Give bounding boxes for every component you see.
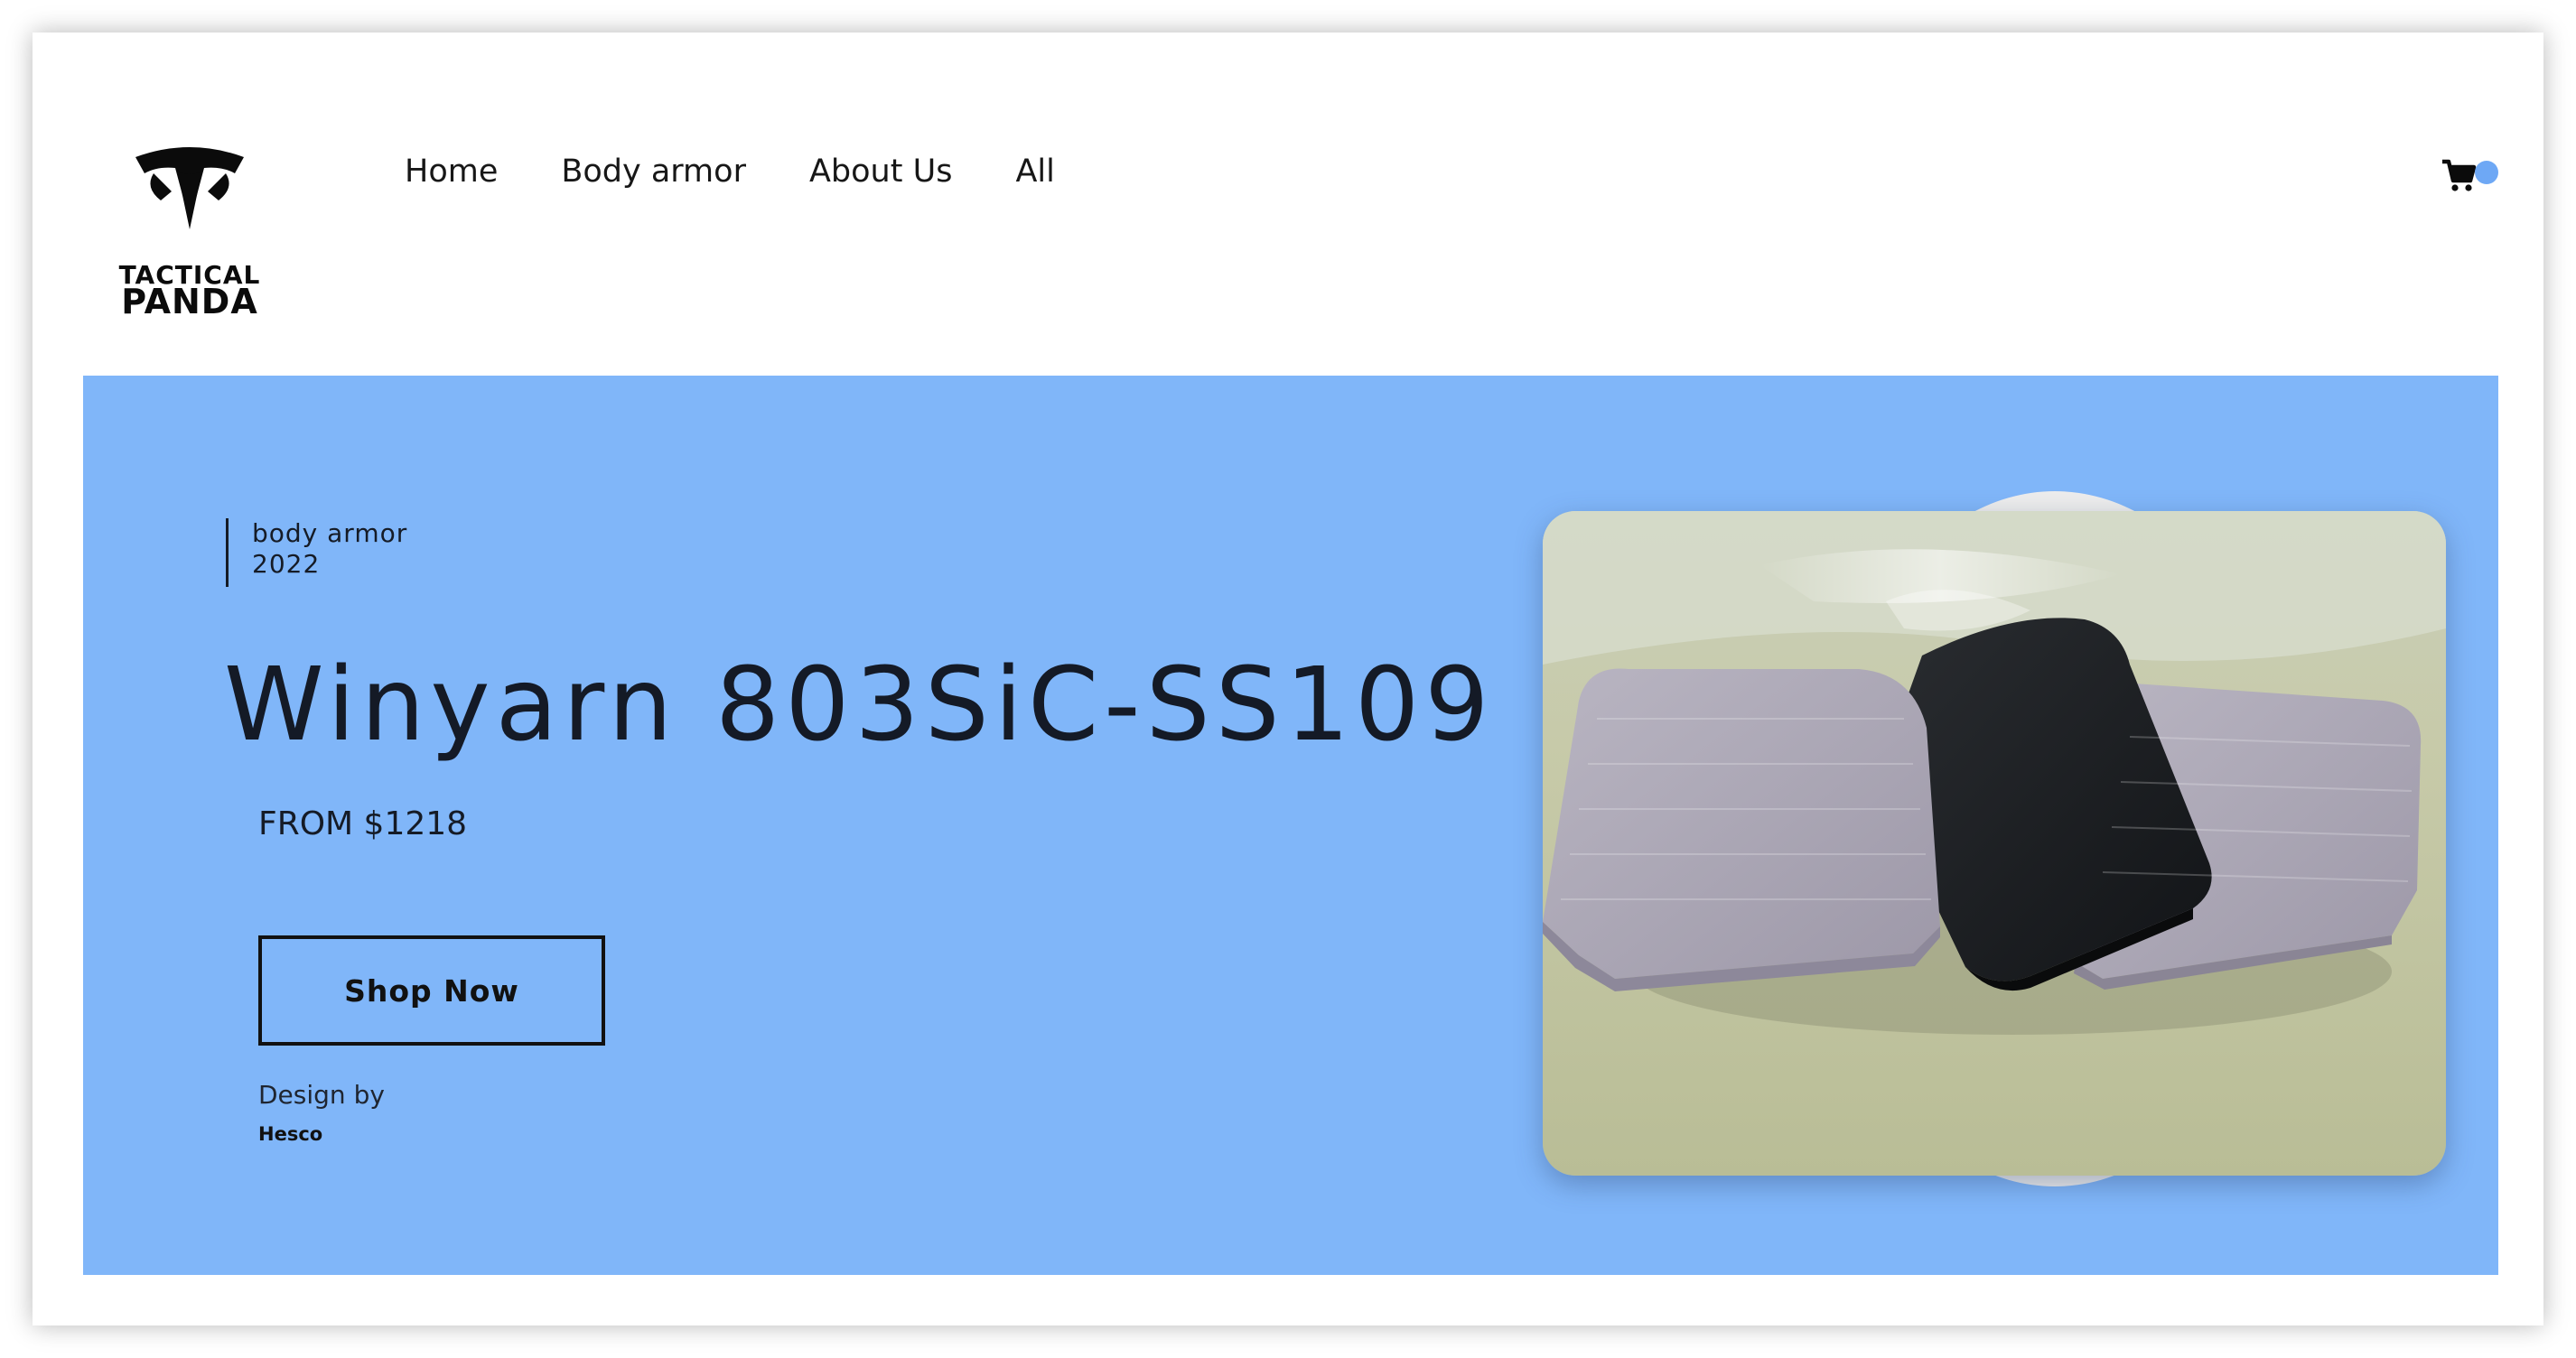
shopping-cart-icon	[2442, 159, 2477, 191]
hero-banner: body armor 2022 Winyarn 803SiC-SS109 FRO…	[83, 376, 2498, 1275]
armor-plates-photo	[1543, 511, 2446, 1176]
hero-category: body armor	[252, 518, 408, 548]
shop-now-button[interactable]: Shop Now	[258, 935, 605, 1046]
nav-item-about-us[interactable]: About Us	[809, 153, 952, 190]
nav-item-body-armor[interactable]: Body armor	[561, 153, 746, 190]
panda-helmet-logo-icon	[135, 147, 244, 229]
hero-year: 2022	[252, 549, 321, 579]
design-by-label: Design by	[258, 1080, 385, 1110]
hero-title: Winyarn 803SiC-SS109	[224, 646, 1495, 764]
product-image	[1543, 511, 2446, 1176]
brand-name-line2: PANDA	[121, 282, 258, 321]
nav-item-all[interactable]: All	[1015, 153, 1054, 190]
nav-item-home[interactable]: Home	[405, 153, 498, 190]
browser-frame: TACTICAL PANDA Home Body armor About Us …	[33, 33, 2543, 1325]
designer-name: Hesco	[258, 1123, 323, 1145]
main-nav: Home Body armor About Us All	[405, 153, 1055, 190]
cart-button[interactable]	[2441, 157, 2498, 197]
brand-logo[interactable]: TACTICAL PANDA	[117, 143, 262, 321]
hero-price: FROM $1218	[258, 805, 468, 842]
cart-badge	[2475, 161, 2498, 184]
hero-tagline: body armor 2022	[226, 518, 407, 587]
